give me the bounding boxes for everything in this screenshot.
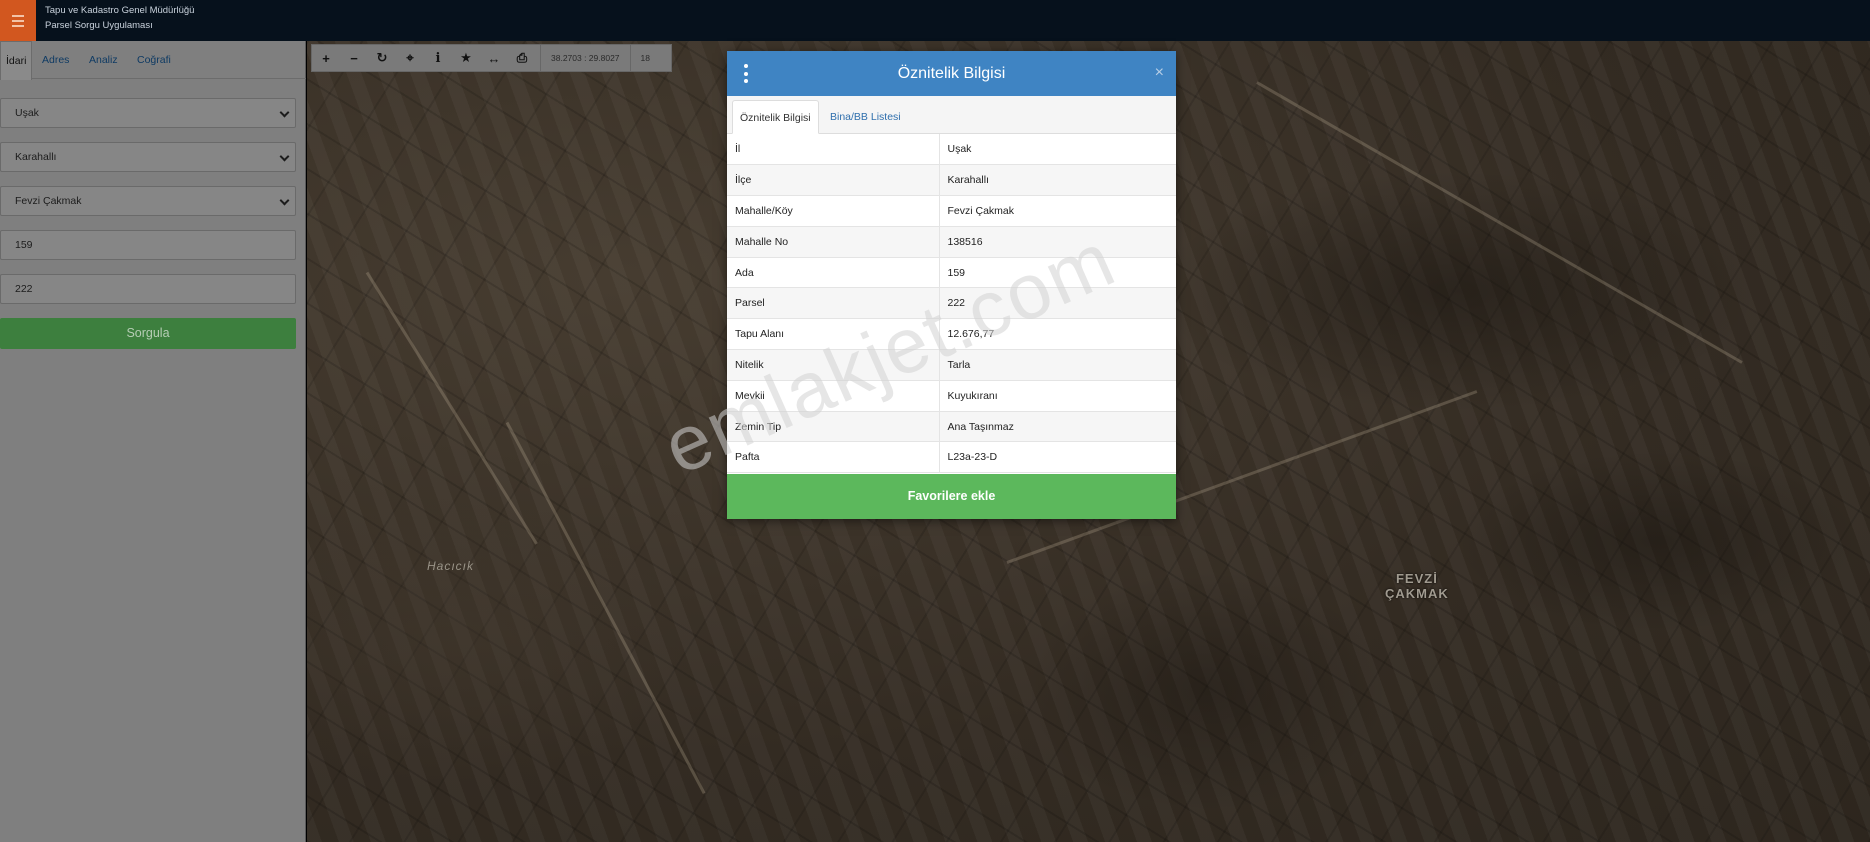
attr-value: Karahallı — [939, 164, 1176, 197]
ilce-select-value: Karahallı — [15, 151, 57, 163]
chevron-down-icon — [279, 151, 290, 162]
table-row: Pafta L23a-23-D — [727, 441, 1176, 474]
tab-oznitelik-bilgisi[interactable]: Öznitelik Bilgisi — [732, 100, 819, 134]
dialog-title: Öznitelik Bilgisi — [897, 65, 1006, 82]
attr-key: Zemin Tip — [727, 411, 940, 443]
attr-value: Kuyukıranı — [939, 380, 1176, 412]
il-select[interactable]: Uşak — [0, 98, 296, 128]
locate-icon[interactable]: ⌖ — [396, 44, 424, 72]
chevron-down-icon — [279, 107, 290, 118]
coordinates-readout: 38.2703 : 29.8027 — [540, 44, 630, 72]
attr-key: Mahalle No — [727, 226, 940, 258]
attr-key: Mahalle/Köy — [727, 195, 940, 227]
ilce-select[interactable]: Karahallı — [0, 142, 296, 172]
attr-value: 12.676,77 — [939, 318, 1176, 351]
zoom-level: 18 — [629, 44, 660, 72]
il-select-value: Uşak — [15, 107, 39, 119]
info-icon[interactable]: i — [424, 44, 452, 72]
map-toolbar: + − ↻ ⌖ i ★ ↔ ⎙ 38.2703 : 29.8027 18 — [311, 44, 672, 72]
attr-key: Ada — [727, 257, 940, 289]
sidebar-tabs: İdari Adres Analiz Coğrafi — [0, 41, 306, 80]
menu-button[interactable] — [0, 0, 36, 41]
table-row: Ada 159 — [727, 257, 1176, 289]
table-row: İl Uşak — [727, 134, 1176, 166]
query-button[interactable]: Sorgula — [0, 318, 296, 349]
attr-value: Uşak — [939, 134, 1176, 166]
attribute-dialog: Öznitelik Bilgisi × Öznitelik Bilgisi Bi… — [727, 51, 1176, 519]
table-row: Nitelik Tarla — [727, 349, 1176, 381]
sidebar: İdari Adres Analiz Coğrafi Uşak Karahall… — [0, 41, 306, 842]
table-row: Parsel 222 — [727, 287, 1176, 320]
print-icon[interactable]: ⎙ — [508, 44, 536, 72]
attribute-table: İl Uşak İlçe Karahallı Mahalle/Köy Fevzi Ça… — [727, 134, 1176, 474]
zoom-out-icon[interactable]: − — [340, 44, 368, 72]
close-icon[interactable]: × — [1155, 64, 1164, 82]
attr-value: L23a-23-D — [939, 441, 1176, 474]
map-label-line1: FEVZİ — [1395, 571, 1438, 586]
attr-value: 138516 — [939, 226, 1176, 258]
app-title-line1: Tapu ve Kadastro Genel Müdürlüğü — [45, 5, 195, 16]
table-row: Tapu Alanı 12.676,77 — [727, 318, 1176, 351]
attr-value: Tarla — [939, 349, 1176, 381]
hamburger-icon — [12, 13, 24, 28]
attr-key: Nitelik — [727, 349, 940, 381]
measure-icon[interactable]: ↔ — [480, 44, 508, 72]
dialog-tabs: Öznitelik Bilgisi Bina/BB Listesi — [727, 96, 1176, 134]
table-row: Zemin Tip Ana Taşınmaz — [727, 411, 1176, 443]
attr-value: Ana Taşınmaz — [939, 411, 1176, 443]
map-label-line2: ÇAKMAK — [1385, 586, 1449, 601]
zoom-in-icon[interactable]: + — [312, 44, 340, 72]
tab-adres[interactable]: Adres — [42, 41, 69, 79]
tab-cografi[interactable]: Coğrafi — [137, 41, 171, 79]
attr-key: Mevkii — [727, 380, 940, 412]
parsel-input[interactable]: 222 — [0, 274, 296, 304]
add-to-favorites-button[interactable]: Favorilere ekle — [727, 474, 1176, 519]
refresh-icon[interactable]: ↻ — [368, 44, 396, 72]
attr-key: İl — [727, 134, 940, 166]
mahalle-select-value: Fevzi Çakmak — [15, 195, 82, 207]
map-label-fevzi-cakmak: FEVZİ ÇAKMAK — [1385, 571, 1449, 601]
tab-idari[interactable]: İdari — [0, 41, 33, 80]
favorite-icon[interactable]: ★ — [452, 44, 480, 72]
table-row: İlçe Karahallı — [727, 164, 1176, 197]
chevron-down-icon — [279, 195, 290, 206]
table-row: Mevkii Kuyukıranı — [727, 380, 1176, 412]
app-title: Tapu ve Kadastro Genel Müdürlüğü Parsel … — [45, 3, 194, 33]
attr-value: Fevzi Çakmak — [939, 195, 1176, 227]
attr-value: 222 — [939, 287, 1176, 320]
tab-analiz[interactable]: Analiz — [89, 41, 118, 79]
attr-key: Tapu Alanı — [727, 318, 940, 351]
dialog-header: Öznitelik Bilgisi × — [727, 51, 1176, 96]
tab-bina-bb-listesi[interactable]: Bina/BB Listesi — [823, 100, 908, 134]
map-label-hacicik: Hacıcık — [427, 559, 475, 573]
attr-key: İlçe — [727, 164, 940, 197]
table-row: Mahalle/Köy Fevzi Çakmak — [727, 195, 1176, 227]
attr-key: Pafta — [727, 441, 940, 474]
attr-key: Parsel — [727, 287, 940, 320]
attr-value: 159 — [939, 257, 1176, 289]
top-bar: Tapu ve Kadastro Genel Müdürlüğü Parsel … — [0, 0, 1870, 41]
ada-input[interactable]: 159 — [0, 230, 296, 260]
app-title-line2: Parsel Sorgu Uygulaması — [45, 20, 153, 31]
mahalle-select[interactable]: Fevzi Çakmak — [0, 186, 296, 216]
table-row: Mahalle No 138516 — [727, 226, 1176, 258]
